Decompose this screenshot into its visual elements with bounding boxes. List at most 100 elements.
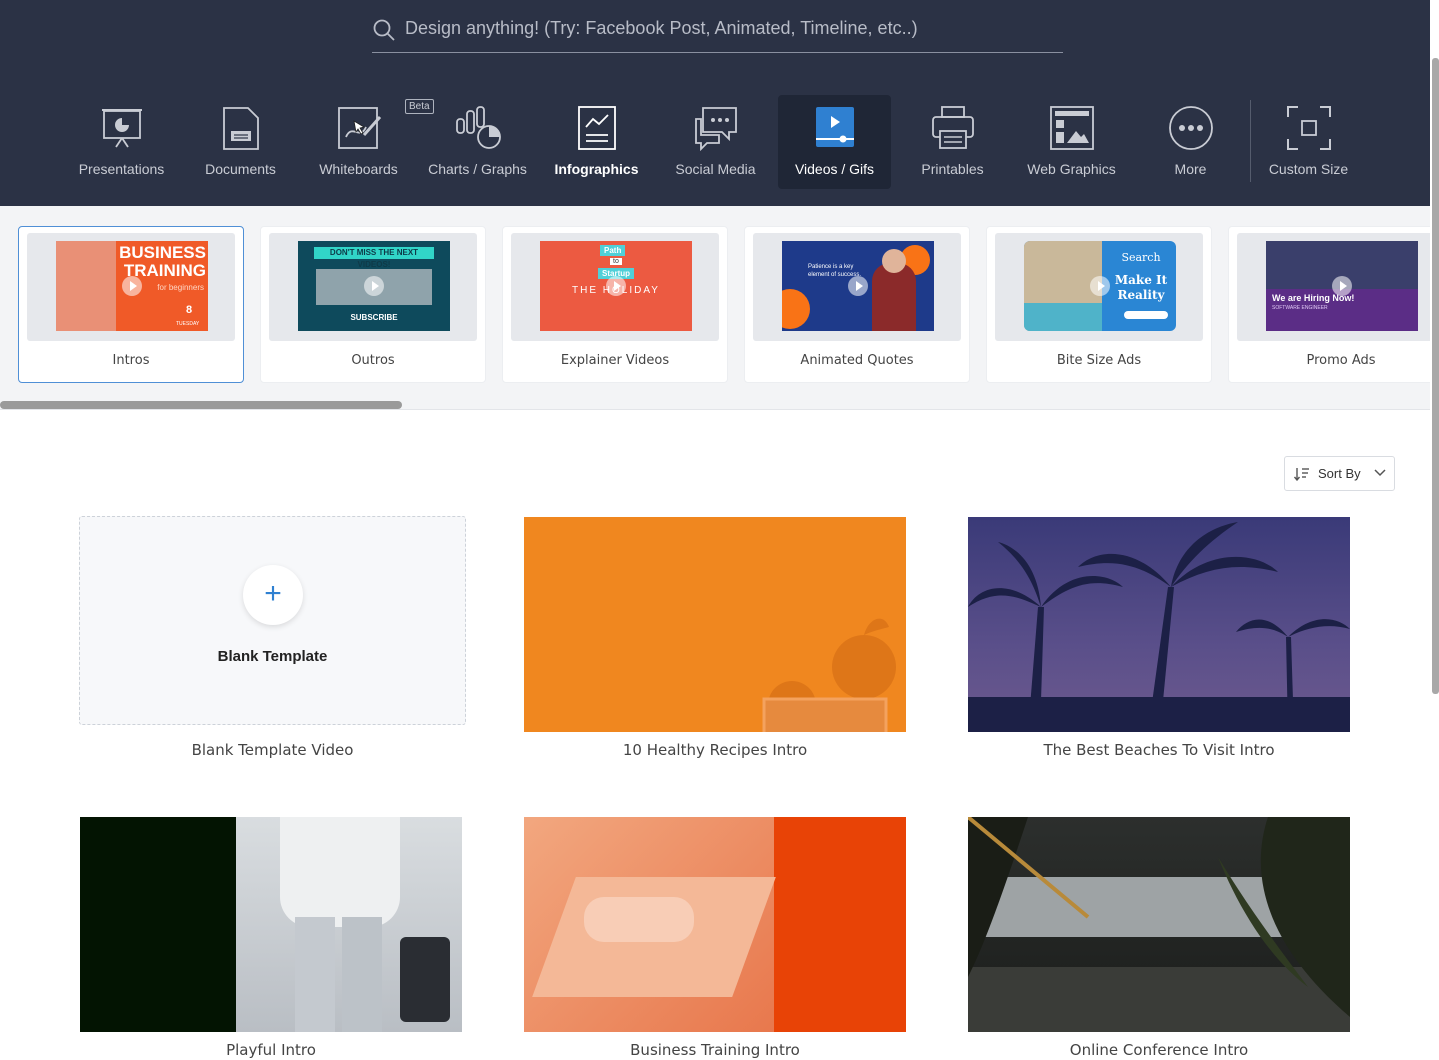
page: { "search": { "placeholder": "Design any… — [0, 0, 1439, 1060]
search-bar[interactable]: Design anything! (Try: Facebook Post, An… — [372, 8, 1063, 53]
play-icon — [606, 276, 626, 296]
thumb-photo — [56, 241, 116, 331]
promo-thumbnail: We are Hiring Now! SOFTWARE ENGINEER — [1266, 241, 1418, 331]
category-custom-size[interactable]: Custom Size — [1252, 95, 1365, 189]
category-more[interactable]: More — [1134, 95, 1247, 189]
play-icon — [1332, 276, 1352, 296]
template-title[interactable]: Online Conference Intro — [968, 1041, 1350, 1059]
search-icon — [373, 19, 395, 41]
template-title[interactable]: Blank Template Video — [79, 741, 466, 759]
chevron-down-icon — [1374, 469, 1386, 477]
printer-icon — [931, 106, 974, 149]
category-presentations[interactable]: Presentations — [65, 95, 178, 189]
divider — [1250, 100, 1251, 182]
thumb-line: Search — [1121, 251, 1161, 264]
play-icon — [364, 276, 384, 296]
template-thumbnail[interactable] — [80, 817, 462, 1032]
category-web-graphics[interactable]: Web Graphics — [1015, 95, 1128, 189]
thumb-suitcase — [400, 937, 450, 1022]
category-label: Custom Size — [1268, 161, 1349, 177]
category-label: Videos / Gifs — [794, 161, 875, 177]
video-icon — [815, 107, 854, 147]
thumb-person-leg — [342, 917, 382, 1032]
subcategory-outros[interactable]: DON'T MISS THE NEXT VIDEOS! SUBSCRIBE Ou… — [260, 226, 486, 383]
play-icon — [1090, 276, 1110, 296]
blank-template-label: Blank Template — [217, 648, 328, 665]
infographic-icon — [577, 106, 616, 150]
chart-icon — [455, 106, 501, 149]
template-title[interactable]: 10 Healthy Recipes Intro — [524, 741, 906, 759]
subcategory-label: Outros — [351, 353, 395, 368]
category-printables[interactable]: Printables — [896, 95, 1009, 189]
category-label: Presentations — [78, 161, 165, 177]
subcategory-intros[interactable]: BUSINESS TRAINING for beginners 8 TUESDA… — [18, 226, 244, 383]
thumb-title: BUSINESS TRAINING — [119, 243, 206, 280]
play-icon — [848, 276, 868, 296]
category-infographics[interactable]: Infographics — [540, 95, 653, 189]
subcategory-animated-quotes[interactable]: Patience is a key element of success. An… — [744, 226, 970, 383]
template-thumbnail[interactable] — [524, 517, 906, 732]
thumbnail-frame: BUSINESS TRAINING for beginners 8 TUESDA… — [27, 233, 235, 341]
explainer-thumbnail: Path to Startup THE HOLIDAY — [540, 241, 692, 331]
category-label: More — [1174, 161, 1207, 177]
thumb-person-top — [280, 817, 400, 927]
document-icon — [222, 107, 259, 150]
subcategory-bite-size-ads[interactable]: Search Make It Reality Bite Size Ads — [986, 226, 1212, 383]
sort-dropdown[interactable]: Sort By — [1284, 456, 1395, 491]
category-charts-graphs[interactable]: Charts / Graphs — [421, 95, 534, 189]
palm-trees-graphic — [968, 522, 1350, 732]
custom-size-icon — [1286, 106, 1331, 150]
category-label: Infographics — [554, 161, 639, 177]
template-title[interactable]: Business Training Intro — [524, 1041, 906, 1059]
thumb-person-head — [882, 249, 906, 273]
vertical-scrollbar[interactable] — [1432, 58, 1439, 694]
category-label: Whiteboards — [319, 161, 398, 177]
subcategory-promo-ads[interactable]: We are Hiring Now! SOFTWARE ENGINEER Pro… — [1228, 226, 1430, 383]
thumb-title: DON'T MISS THE NEXT VIDEOS! — [314, 247, 434, 269]
category-label: Charts / Graphs — [428, 161, 527, 177]
subcategory-label: Promo Ads — [1306, 353, 1376, 368]
blank-template-tile[interactable]: + Blank Template — [79, 516, 466, 725]
category-label: Web Graphics — [1027, 161, 1116, 177]
thumb-subtitle: SUBSCRIBE — [350, 313, 398, 322]
template-title[interactable]: The Best Beaches To Visit Intro — [968, 741, 1350, 759]
thumb-date: 8 — [186, 304, 193, 316]
intros-thumbnail: BUSINESS TRAINING for beginners 8 TUESDA… — [56, 241, 208, 331]
more-icon — [1168, 106, 1213, 150]
thumb-hands — [584, 897, 694, 942]
play-icon — [122, 276, 142, 296]
chat-bubbles-icon — [694, 107, 737, 151]
thumbnail-frame: DON'T MISS THE NEXT VIDEOS! SUBSCRIBE — [269, 233, 477, 341]
template-thumbnail[interactable] — [968, 817, 1350, 1032]
thumb-button — [1124, 311, 1168, 319]
category-whiteboards[interactable]: Beta Whiteboards — [302, 95, 434, 189]
category-label: Printables — [921, 161, 984, 177]
plus-icon[interactable]: + — [243, 565, 303, 625]
template-thumbnail[interactable] — [524, 817, 906, 1032]
thumbnail-frame: We are Hiring Now! SOFTWARE ENGINEER — [1237, 233, 1430, 341]
subcategory-label: Animated Quotes — [800, 353, 914, 368]
thumb-subtitle: SOFTWARE ENGINEER — [1272, 305, 1328, 311]
thumb-tag: to — [610, 258, 622, 265]
bite-thumbnail: Search Make It Reality — [1024, 241, 1176, 331]
category-social-media[interactable]: Social Media — [659, 95, 772, 189]
outros-thumbnail: DON'T MISS THE NEXT VIDEOS! SUBSCRIBE — [298, 241, 450, 331]
thumb-line: Reality — [1117, 288, 1165, 302]
thumb-pool — [1024, 303, 1102, 331]
category-documents[interactable]: Documents — [184, 95, 297, 189]
template-title[interactable]: Playful Intro — [80, 1041, 462, 1059]
search-input[interactable]: Design anything! (Try: Facebook Post, An… — [405, 18, 918, 39]
thumb-subtitle: for beginners — [157, 283, 204, 292]
category-videos-gifs[interactable]: Videos / Gifs — [778, 95, 891, 189]
top-navigation: Design anything! (Try: Facebook Post, An… — [0, 0, 1430, 206]
template-thumbnail[interactable] — [968, 517, 1350, 732]
subcategory-label: Intros — [112, 353, 150, 368]
subcategory-explainer-videos[interactable]: Path to Startup THE HOLIDAY Explainer Vi… — [502, 226, 728, 383]
thumb-tag: Path — [600, 245, 626, 256]
plant-leaves-graphic — [968, 817, 1350, 1017]
subcategory-label: Explainer Videos — [560, 353, 670, 368]
presentation-icon — [101, 109, 142, 148]
horizontal-scrollbar[interactable] — [0, 401, 402, 409]
thumb-shape — [782, 289, 810, 329]
thumb-day: TUESDAY — [176, 321, 200, 327]
